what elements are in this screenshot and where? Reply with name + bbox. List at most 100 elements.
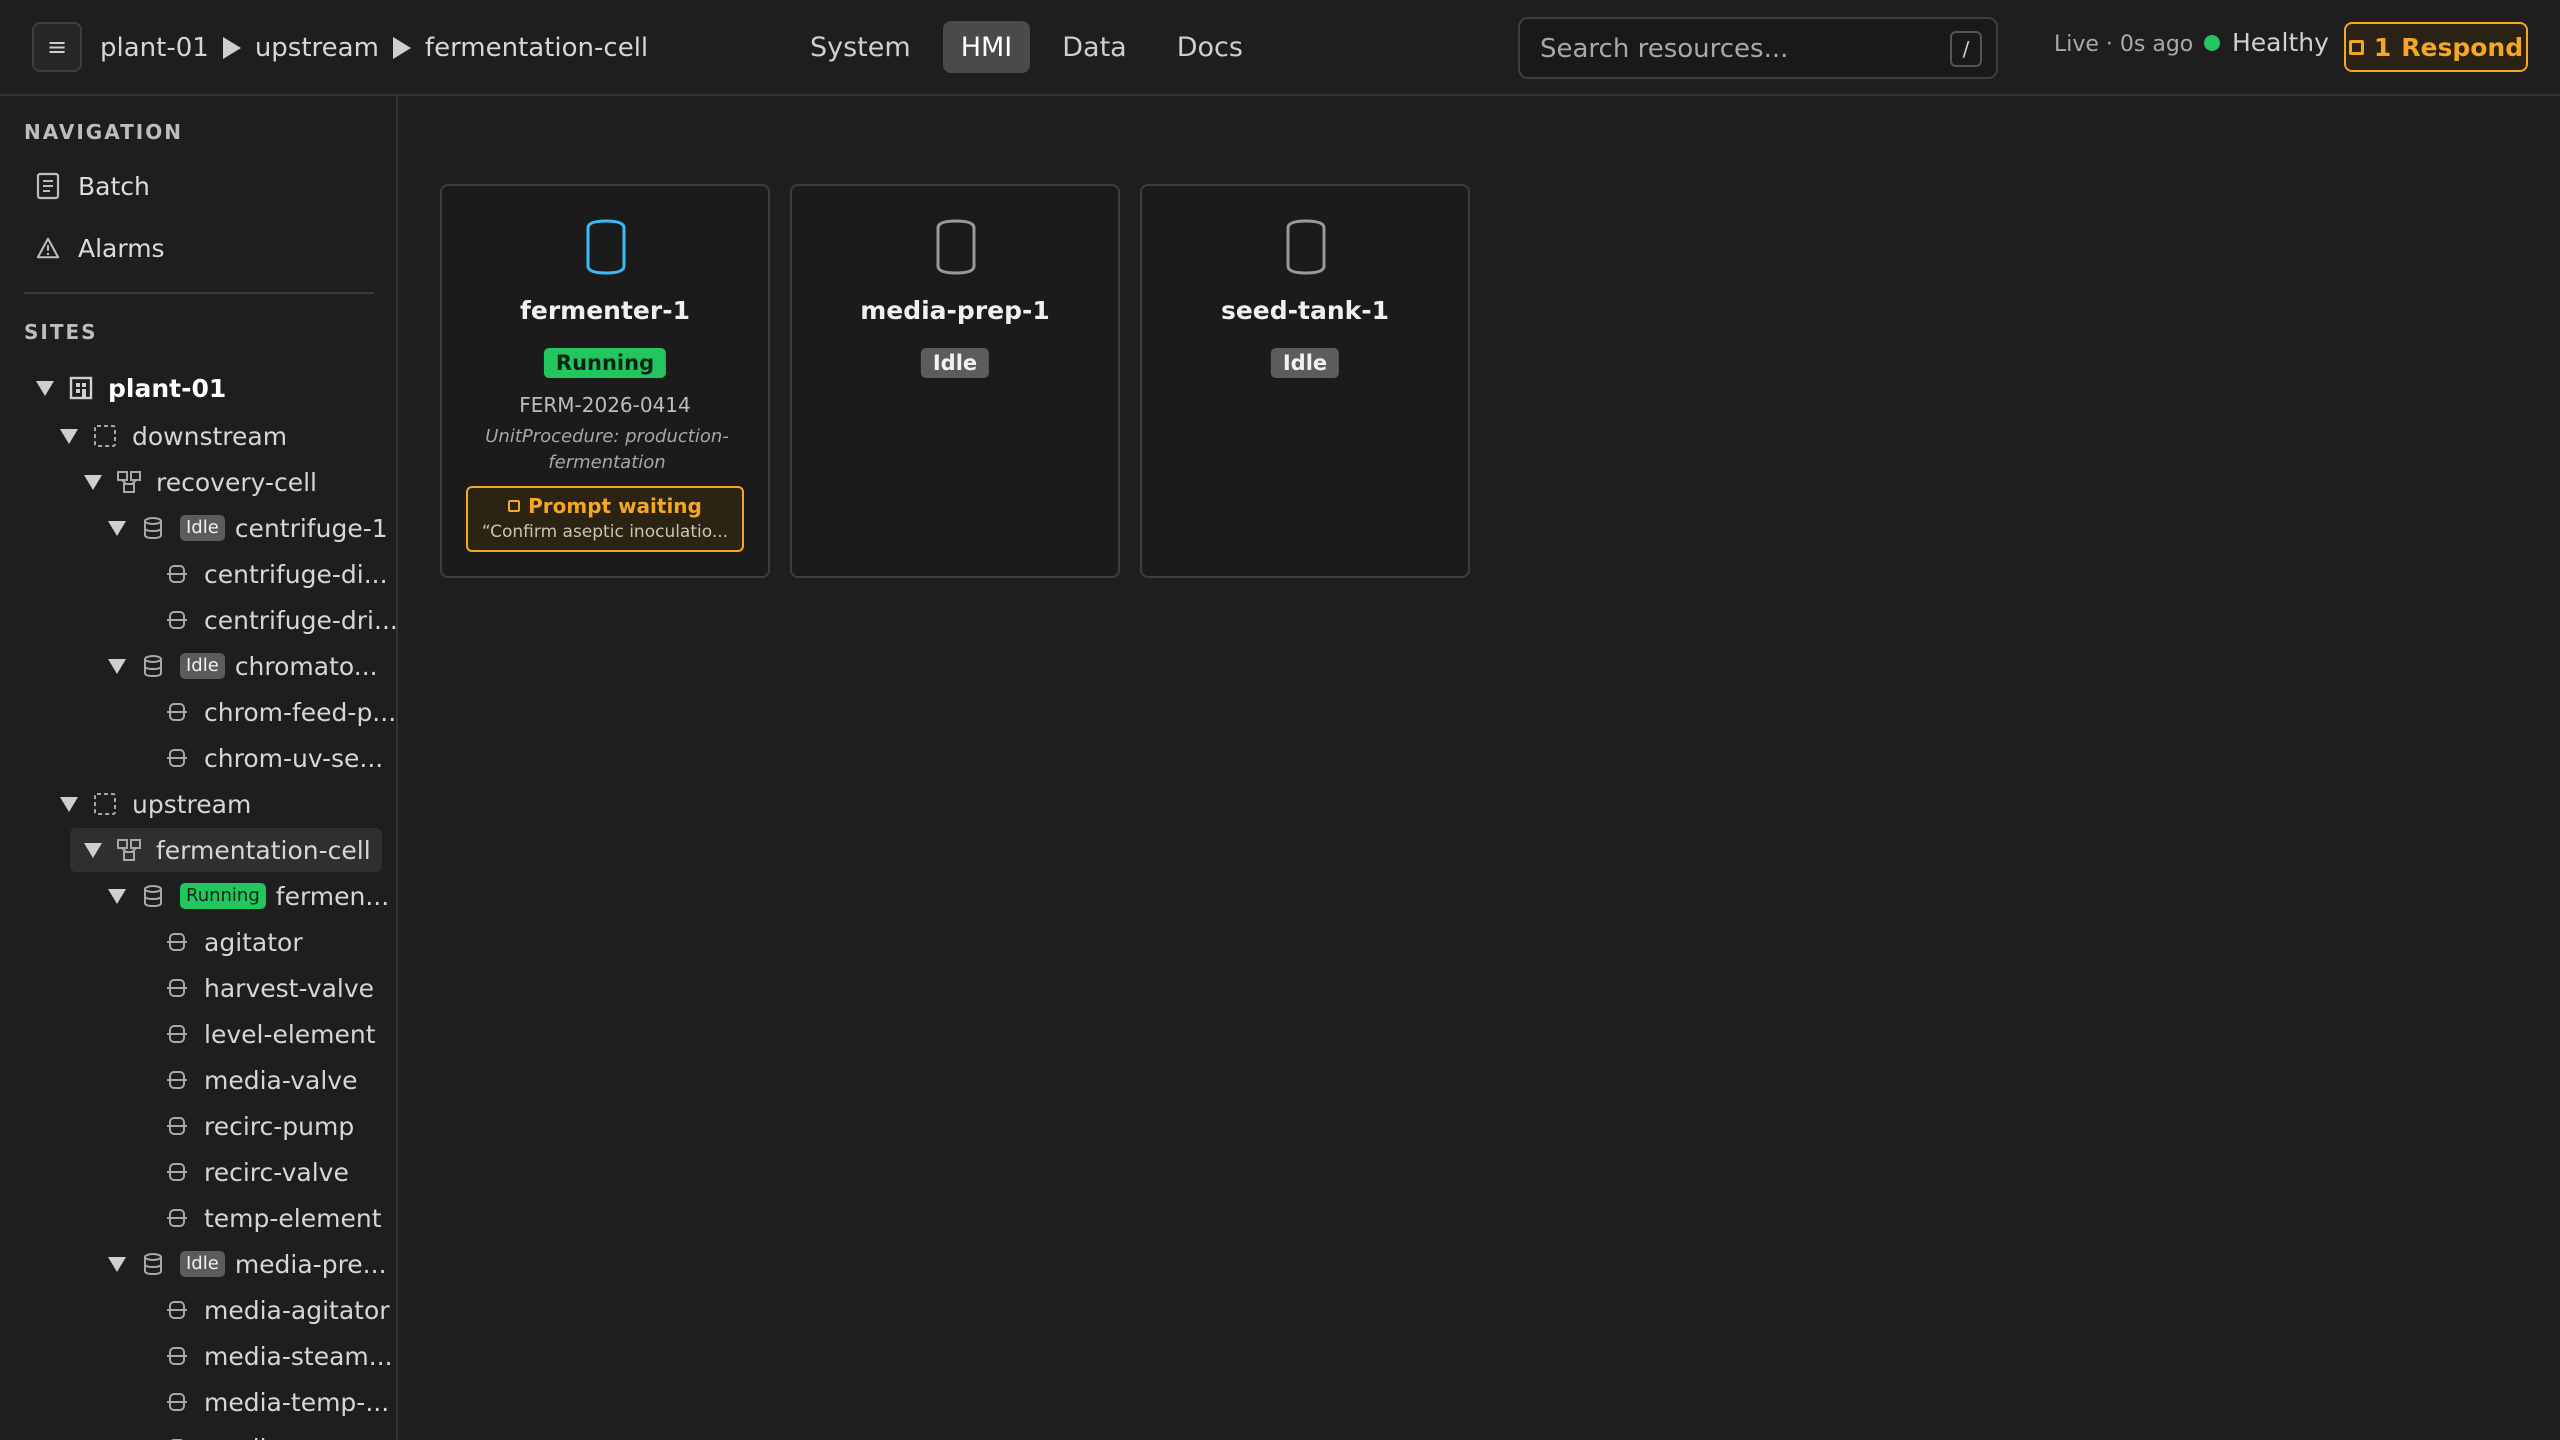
tree-item-label: media-temp-... (204, 1387, 390, 1417)
caret-down-icon[interactable] (84, 842, 102, 858)
caret-down-icon[interactable] (84, 474, 102, 490)
tree-item-label: harvest-valve (204, 973, 375, 1003)
batch-id: FERM-2026-0414 (519, 393, 691, 417)
tree-item-label: level-element (204, 1019, 376, 1049)
unit-icon (140, 883, 166, 909)
top-bar: ≡ plant-01 upstream fermentation-cell Sy… (0, 0, 2560, 96)
caret-down-icon[interactable] (108, 658, 126, 674)
breadcrumb-item-current[interactable]: fermentation-cell (425, 33, 648, 63)
breadcrumb-separator-icon (392, 37, 411, 59)
equipment-module-icon (164, 1297, 190, 1323)
sites-heading: SITES (24, 320, 98, 344)
caret-down-icon[interactable] (60, 796, 78, 812)
tree-item[interactable]: recovery-cell (84, 460, 396, 504)
tree-item[interactable]: level-element (132, 1012, 396, 1056)
unit-procedure: UnitProcedure: production-fermentation (485, 426, 729, 473)
tree-item-label: media-pre... (234, 1249, 387, 1279)
tree-item-label: centrifuge-dri... (204, 605, 398, 635)
caret-down-icon[interactable] (36, 380, 54, 396)
search-box: / (1518, 17, 1998, 79)
main-tabs: System HMI Data Docs (792, 21, 1261, 73)
tree-item-label: chromato... (234, 651, 378, 681)
batch-record-icon (36, 172, 60, 200)
tree-item[interactable]: chrom-uv-se... (132, 736, 396, 780)
tree-item[interactable]: Idle centrifuge-1 (108, 506, 396, 550)
tree-item-label: fermen... (275, 881, 390, 911)
alarm-triangle-icon (36, 234, 60, 262)
tree-item[interactable]: centrifuge-dri... (132, 598, 398, 642)
health-label: Healthy (2232, 28, 2329, 57)
tree-item[interactable]: temp-element (132, 1196, 396, 1240)
caret-down-icon[interactable] (60, 428, 78, 444)
caret-down-icon[interactable] (108, 1256, 126, 1272)
tree-item[interactable]: Idle chromato... (108, 644, 396, 688)
status-badge: Idle (180, 515, 225, 541)
tree-item-label: media-steam... (204, 1341, 393, 1371)
nav-item-alarms[interactable]: Alarms (36, 228, 165, 268)
tree-item[interactable]: agitator (132, 920, 396, 964)
prompt-message: “Confirm aseptic inoculatio... (481, 522, 729, 542)
caret-down-icon[interactable] (108, 888, 126, 904)
breadcrumb-item[interactable]: plant-01 (100, 33, 209, 63)
search-input[interactable] (1540, 31, 1920, 67)
prompt-waiting-button[interactable]: Prompt waiting “Confirm aseptic inoculat… (466, 486, 744, 552)
tree-item-label: downstream (132, 421, 288, 451)
tree-item-label: temp-element (204, 1203, 382, 1233)
equipment-module-icon (164, 1205, 190, 1231)
equipment-module-icon (164, 561, 190, 587)
tree-item-label: chrom-uv-se... (204, 743, 384, 773)
vessel-icon (936, 219, 976, 275)
unit-card-seed-tank-1[interactable]: seed-tank-1 Idle (1140, 184, 1470, 578)
tree-item[interactable]: upstream (60, 782, 396, 826)
tree-item[interactable]: fermentation-cell (70, 828, 382, 872)
tree-item[interactable]: plant-01 (36, 366, 396, 410)
status-badge: Idle (180, 653, 225, 679)
tree-item[interactable]: media-steam... (132, 1334, 396, 1378)
process-cell-icon (116, 837, 142, 863)
process-cell-icon (116, 469, 142, 495)
breadcrumb: plant-01 upstream fermentation-cell (100, 30, 648, 66)
equipment-module-icon (164, 745, 190, 771)
status-badge: Idle (180, 1251, 225, 1277)
tab-system[interactable]: System (792, 21, 929, 73)
tree-item[interactable]: Running fermen... (108, 874, 396, 918)
caret-down-icon[interactable] (108, 520, 126, 536)
prompt-square-icon (2348, 39, 2364, 55)
tab-hmi[interactable]: HMI (942, 21, 1031, 73)
tree-item-label: recirc-valve (204, 1157, 349, 1187)
card-title: fermenter-1 (520, 296, 690, 325)
tree-item[interactable]: media-... (132, 1426, 396, 1440)
tree-item[interactable]: chrom-feed-p... (132, 690, 396, 734)
vessel-icon (1286, 219, 1326, 275)
tree-item[interactable]: media-temp-... (132, 1380, 396, 1424)
health-dot-icon (2204, 34, 2220, 51)
equipment-module-icon (164, 1067, 190, 1093)
tree-item[interactable]: centrifuge-di... (132, 552, 396, 596)
tree-item[interactable]: recirc-valve (132, 1150, 396, 1194)
card-title: media-prep-1 (860, 296, 1050, 325)
unit-card-media-prep-1[interactable]: media-prep-1 Idle (790, 184, 1120, 578)
navigation-heading: NAVIGATION (24, 120, 183, 144)
tree-item[interactable]: downstream (60, 414, 396, 458)
tab-docs[interactable]: Docs (1159, 21, 1261, 73)
tree-item-label: centrifuge-1 (234, 513, 388, 543)
tree-item[interactable]: media-valve (132, 1058, 396, 1102)
equipment-module-icon (164, 607, 190, 633)
tab-data[interactable]: Data (1044, 21, 1144, 73)
tree-item[interactable]: recirc-pump (132, 1104, 396, 1148)
nav-item-label: Batch (78, 171, 150, 201)
tree-item[interactable]: media-agitator (132, 1288, 396, 1332)
breadcrumb-item[interactable]: upstream (255, 33, 379, 63)
unit-card-fermenter-1[interactable]: fermenter-1 Running FERM-2026-0414 UnitP… (440, 184, 770, 578)
respond-count: 1 (2373, 32, 2392, 62)
tree-item[interactable]: harvest-valve (132, 966, 396, 1010)
equipment-module-icon (164, 1159, 190, 1185)
tree-item[interactable]: Idle media-pre... (108, 1242, 396, 1286)
nav-item-batch[interactable]: Batch (36, 166, 150, 206)
site-building-icon (68, 375, 94, 401)
area-icon (92, 423, 118, 449)
menu-button[interactable]: ≡ (32, 22, 82, 72)
status-badge: Idle (920, 348, 990, 378)
tree-item-label: media-agitator (204, 1295, 390, 1325)
respond-button[interactable]: 1 Respond (2344, 22, 2528, 72)
